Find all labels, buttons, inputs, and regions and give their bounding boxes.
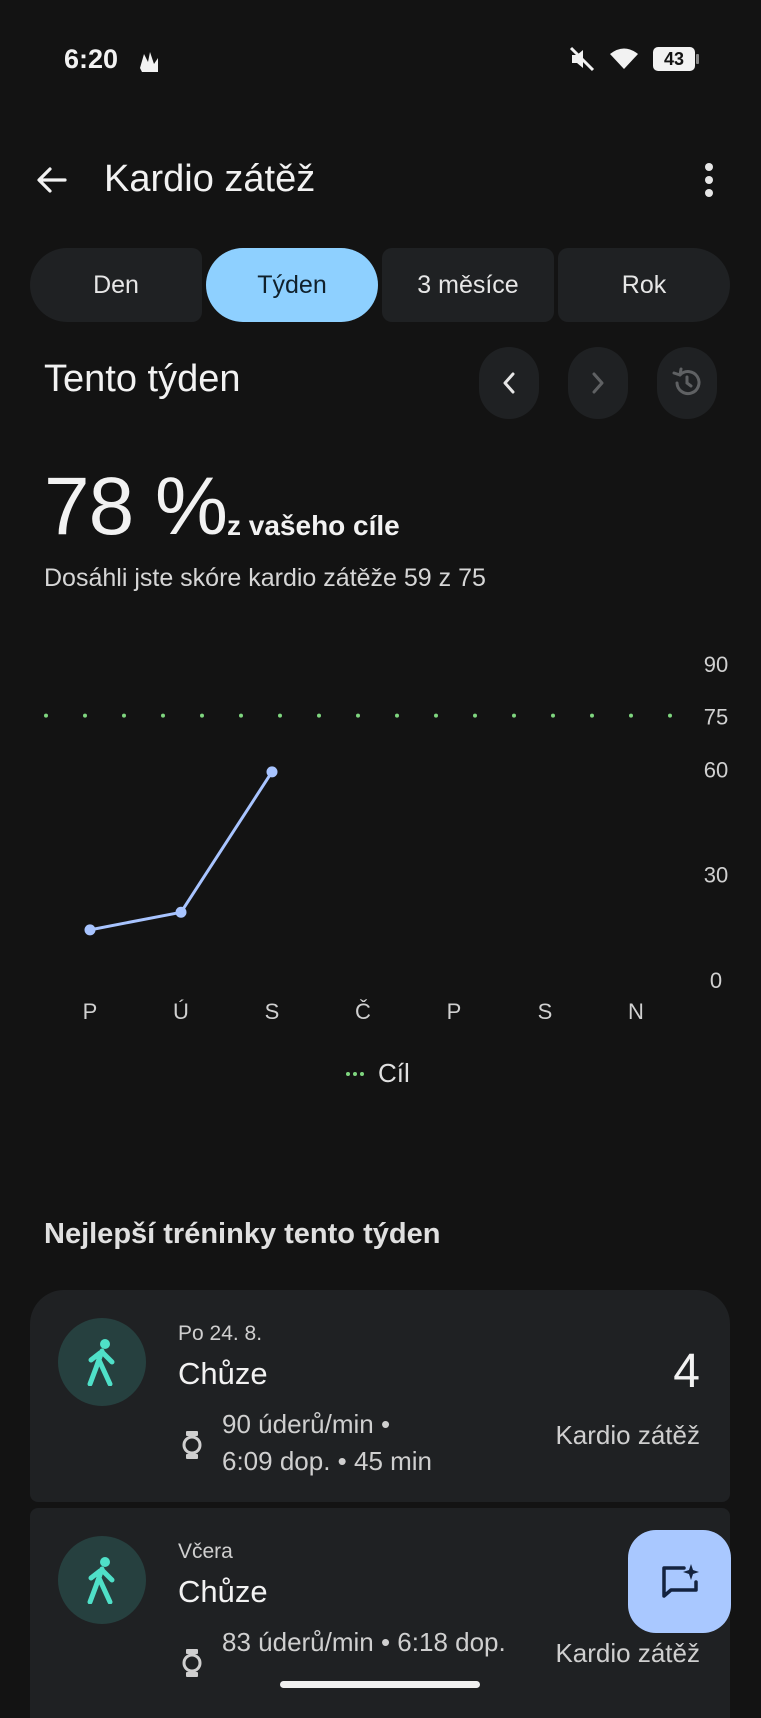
y-tick-label: 75	[704, 705, 728, 730]
data-point	[84, 924, 96, 936]
tab-3-months[interactable]: 3 měsíce	[382, 248, 554, 322]
workout-date: Včera	[178, 1540, 233, 1563]
y-tick-label: 90	[704, 652, 728, 677]
battery-level: 43	[663, 49, 685, 69]
workout-score-label: Kardio zátěž	[555, 1638, 700, 1668]
x-tick-label: S	[538, 999, 553, 1024]
workout-score-label: Kardio zátěž	[555, 1420, 700, 1450]
data-point	[175, 906, 187, 918]
goal-line-dot	[122, 713, 126, 718]
workout-score: 4	[673, 1345, 700, 1398]
previous-period-button[interactable]	[479, 347, 539, 419]
summary-text: Dosáhli jste skóre kardio zátěže 59 z 75	[44, 564, 486, 592]
goal-line-dot	[629, 713, 633, 718]
more-options-button[interactable]	[694, 156, 724, 204]
goal-legend-label: Cíl	[378, 1058, 410, 1088]
workout-detail-line1: 83 úderů/min • 6:18 dop.	[222, 1627, 506, 1657]
goal-line-dot	[668, 713, 672, 718]
tab-year[interactable]: Rok	[558, 248, 730, 322]
y-tick-label: 60	[704, 757, 728, 782]
cardio-load-chart[interactable]: 0 30 60 75 90 P Ú S Č P S N	[0, 640, 761, 1040]
y-tick-label: 0	[710, 968, 722, 993]
goal-line-dot	[395, 713, 399, 718]
workout-detail: 83 úderů/min • 6:18 dop.	[222, 1624, 506, 1661]
goal-line-dot	[161, 713, 165, 718]
chevron-right-icon	[592, 372, 604, 394]
goal-line-dot	[356, 713, 360, 718]
battery-indicator: 43	[653, 47, 699, 71]
goal-line-dot	[83, 713, 87, 718]
series-line	[89, 771, 274, 932]
tab-week[interactable]: Týden	[206, 248, 378, 322]
page-title: Kardio zátěž	[104, 158, 316, 200]
chart-legend: Cíl	[346, 1058, 410, 1089]
goal-line-dot	[239, 713, 243, 718]
x-tick-label: S	[265, 999, 280, 1024]
period-tabs: Den Týden 3 měsíce Rok	[30, 248, 730, 322]
gesture-hands-icon	[140, 52, 158, 72]
x-tick-label: N	[628, 999, 644, 1024]
back-button[interactable]	[28, 156, 76, 204]
tab-day[interactable]: Den	[30, 248, 202, 322]
goal-percent: 78 %	[44, 461, 228, 552]
reset-period-button[interactable]	[657, 347, 717, 419]
goal-line-dot	[278, 713, 282, 718]
x-tick-label: Č	[355, 999, 371, 1024]
goal-percent-suffix: z vašeho cíle	[227, 510, 400, 541]
workout-detail-line1: 90 úderů/min •	[222, 1409, 391, 1439]
goal-line-dot	[200, 713, 204, 718]
workout-detail-line2: 6:09 dop. • 45 min	[222, 1446, 433, 1476]
wifi-icon	[610, 48, 638, 69]
watch-icon	[182, 1431, 202, 1459]
more-vert-icon	[705, 163, 713, 197]
y-tick-label: 30	[704, 863, 728, 888]
workout-card[interactable]: Po 24. 8. Chůze 90 úderů/min • 6:09 dop.…	[30, 1290, 730, 1502]
workout-detail: 90 úderů/min • 6:09 dop. • 45 min	[222, 1406, 432, 1480]
goal-line-dot	[44, 713, 48, 718]
x-tick-label: P	[447, 999, 462, 1024]
activity-icon-badge	[58, 1318, 146, 1406]
assistant-chat-button[interactable]	[628, 1530, 731, 1633]
activity-icon-badge	[58, 1536, 146, 1624]
history-icon	[672, 367, 701, 396]
walking-icon	[87, 1557, 115, 1604]
goal-line-dot	[473, 713, 477, 718]
home-indicator[interactable]	[280, 1681, 480, 1688]
walking-icon	[87, 1339, 115, 1386]
watch-icon	[182, 1649, 202, 1677]
goal-line-dot	[590, 713, 594, 718]
next-period-button[interactable]	[568, 347, 628, 419]
goal-line-dot	[512, 713, 516, 718]
goal-line-dot	[317, 713, 321, 718]
best-workouts-title: Nejlepší tréninky tento týden	[44, 1218, 441, 1250]
goal-legend-marker	[346, 1071, 364, 1076]
status-time: 6:20	[64, 44, 119, 74]
arrow-back-icon	[37, 167, 67, 193]
workout-name: Chůze	[178, 1356, 268, 1391]
chat-sparkle-icon	[661, 1563, 699, 1598]
goal-line-dot	[434, 713, 438, 718]
period-title: Tento týden	[44, 358, 241, 400]
data-point	[266, 766, 278, 778]
workout-name: Chůze	[178, 1574, 268, 1609]
status-icons: 43	[569, 46, 699, 72]
workout-date: Po 24. 8.	[178, 1322, 263, 1345]
goal-line-dot	[551, 713, 555, 718]
x-tick-label: Ú	[173, 999, 189, 1024]
x-tick-label: P	[83, 999, 98, 1024]
chevron-left-icon	[503, 372, 515, 394]
volume-off-icon	[569, 46, 595, 72]
